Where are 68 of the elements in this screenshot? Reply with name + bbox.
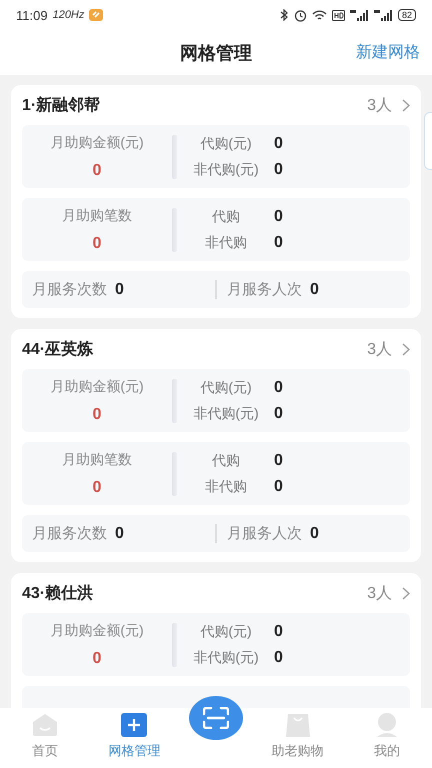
chevron-right-icon[interactable] <box>402 586 410 600</box>
stat-label: 非代购(元) <box>192 404 260 422</box>
stat-value: 0 <box>310 524 319 542</box>
stat-label: 代购(元) <box>199 134 253 152</box>
page-title: 网格管理 <box>180 42 252 64</box>
grid-name: 44·巫英炼 <box>22 340 94 360</box>
refresh-rate: 120Hz <box>52 9 84 21</box>
stat-value: 0 <box>274 160 283 178</box>
stat-label: 月助购金额(元) <box>50 378 144 396</box>
stat-value: 0 <box>92 406 102 424</box>
wifi-icon <box>312 10 327 20</box>
stat-value: 0 <box>274 622 283 640</box>
tab-item[interactable]: 网格管理 <box>99 713 170 760</box>
scan-icon <box>202 707 229 729</box>
member-count[interactable]: 3人 <box>367 582 392 604</box>
member-count[interactable]: 3人 <box>367 338 392 360</box>
stat-value: 0 <box>274 378 283 396</box>
stat-label: 非代购(元) <box>192 160 260 178</box>
stat-value: 0 <box>115 524 124 542</box>
stat-label: 月服务人次 <box>227 280 302 299</box>
grid-name: 43·赖仕洪 <box>22 584 94 604</box>
scan-button[interactable] <box>188 696 243 740</box>
signal-icon <box>374 10 393 20</box>
stat-value: 0 <box>274 404 283 422</box>
stat-value: 0 <box>115 280 124 298</box>
stat-label: 月助购金额(元) <box>50 622 144 640</box>
plus-icon <box>121 713 148 737</box>
stat-label: 月服务次数 <box>32 280 107 299</box>
stat-label: 代购 <box>211 208 241 226</box>
new-grid-link[interactable]: 新建网格 <box>356 42 420 63</box>
stat-value: 0 <box>274 478 283 496</box>
alarm-icon <box>294 8 307 22</box>
bluetooth-icon <box>280 9 289 21</box>
chevron-right-icon[interactable] <box>402 342 410 356</box>
stat-label: 月助购笔数 <box>62 206 132 224</box>
stat-value: 0 <box>274 208 283 226</box>
stat-label: 非代购 <box>204 478 248 496</box>
hd-icon <box>332 10 345 20</box>
stat-label: 非代购(元) <box>192 648 260 666</box>
stat-value: 0 <box>274 648 283 666</box>
stat-label: 代购(元) <box>199 622 253 640</box>
home-icon <box>32 713 58 737</box>
stat-value: 0 <box>310 280 319 298</box>
status-time: 11:09 <box>16 8 48 22</box>
app-notification-icon <box>89 9 104 21</box>
stat-value: 0 <box>92 234 102 252</box>
stat-label: 代购(元) <box>199 378 253 396</box>
stat-value: 0 <box>274 452 283 470</box>
stat-value: 0 <box>92 478 102 496</box>
stat-value: 0 <box>274 134 283 152</box>
stat-value: 0 <box>92 650 102 668</box>
stat-label: 非代购 <box>204 234 248 252</box>
chevron-right-icon[interactable] <box>402 98 410 112</box>
signal-icon <box>350 10 369 20</box>
tab-item[interactable]: 助老购物 <box>262 713 333 760</box>
member-count[interactable]: 3人 <box>367 94 392 116</box>
battery-level: 82 <box>398 9 416 21</box>
tab-item[interactable]: 我的 <box>352 713 422 760</box>
stat-label: 月服务次数 <box>32 524 107 543</box>
tab-item[interactable]: 首页 <box>10 713 80 760</box>
stat-label: 月助购笔数 <box>62 450 132 468</box>
stat-value: 0 <box>274 234 283 252</box>
stat-label: 月服务人次 <box>227 524 302 543</box>
stat-label: 代购 <box>211 452 241 470</box>
stat-value: 0 <box>92 162 102 180</box>
grid-name: 1·新融邻帮 <box>22 95 102 116</box>
stat-label: 月助购金额(元) <box>50 134 144 152</box>
bag-icon <box>284 713 311 737</box>
